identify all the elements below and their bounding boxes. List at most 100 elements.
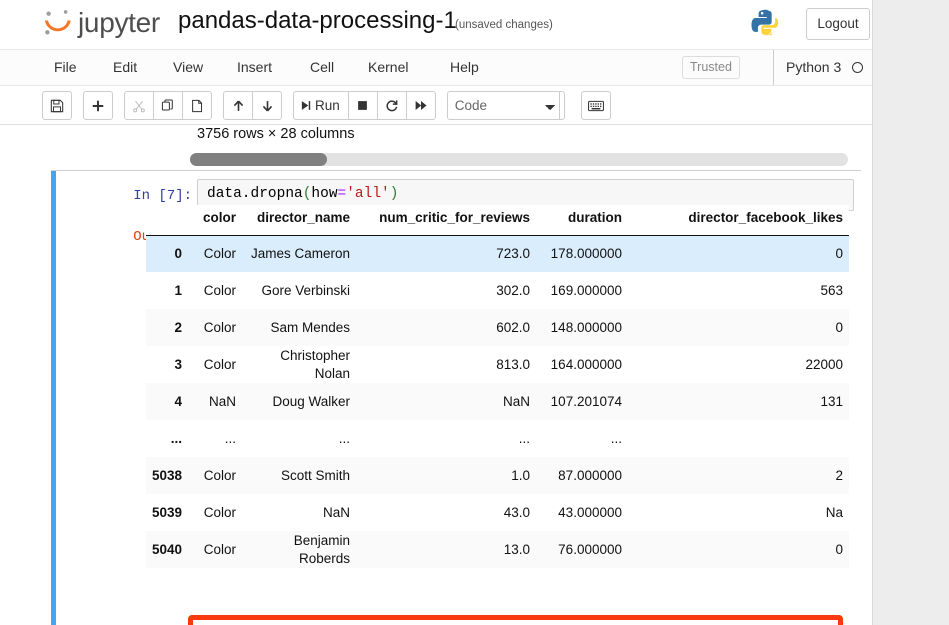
- col-header-index: [146, 205, 190, 235]
- cell-duration: 164.000000: [536, 346, 628, 383]
- cell-director-facebook-likes: 563: [628, 272, 849, 309]
- table-row[interactable]: 5040 Color Benjamin Roberds 13.0 76.0000…: [146, 531, 849, 568]
- kernel-indicator-area[interactable]: Python 3: [773, 50, 863, 85]
- col-header-duration: duration: [536, 205, 628, 235]
- scrollbar-thumb[interactable]: [190, 153, 327, 166]
- fast-forward-icon: [414, 99, 428, 112]
- scissors-icon: [132, 99, 146, 113]
- table-row[interactable]: 3 Color Christopher Nolan 813.0 164.0000…: [146, 346, 849, 383]
- interrupt-kernel-button[interactable]: [348, 91, 378, 120]
- table-row[interactable]: 0 Color James Cameron 723.0 178.000000 0: [146, 235, 849, 272]
- dataframe-output-scroll-area[interactable]: color director_name num_critic_for_revie…: [146, 205, 849, 580]
- save-button[interactable]: [42, 91, 72, 120]
- cell-type-select[interactable]: Code Markdown Raw NBConvert Heading: [447, 91, 565, 120]
- menu-cell[interactable]: Cell: [299, 50, 345, 85]
- cell-num-critic: ...: [356, 420, 536, 457]
- insert-cell-below-button[interactable]: [83, 91, 113, 120]
- restart-and-run-all-button[interactable]: [406, 91, 436, 120]
- table-row-annotated[interactable]: 5039 Color NaN 43.0 43.000000 Na: [146, 494, 849, 531]
- cell-duration: 107.201074: [536, 383, 628, 420]
- save-state-label: (unsaved changes): [455, 19, 553, 31]
- cell-duration: 76.000000: [536, 531, 628, 568]
- copy-cell-button[interactable]: [153, 91, 183, 120]
- move-cell-down-button[interactable]: [252, 91, 282, 120]
- row-index: ...: [146, 420, 190, 457]
- col-header-color: color: [190, 205, 242, 235]
- row-index: 2: [146, 309, 190, 346]
- notebook-toolbar: Run Code: [0, 86, 872, 125]
- output-horizontal-scrollbar[interactable]: [190, 153, 848, 166]
- jupyter-logo-link[interactable]: jupyter: [41, 6, 160, 40]
- stop-square-icon: [356, 99, 369, 112]
- cell-color: ...: [190, 420, 242, 457]
- copy-icon: [161, 99, 175, 113]
- cell-director-name: ...: [242, 420, 356, 457]
- open-command-palette-button[interactable]: [581, 91, 611, 120]
- cell-color: Color: [190, 531, 242, 568]
- row-index: 5041: [146, 568, 190, 580]
- cut-cell-button[interactable]: [124, 91, 154, 120]
- cell-color: Color: [190, 457, 242, 494]
- cell-duration: 43.000000: [536, 494, 628, 531]
- menubar: File Edit View Insert Cell Kernel Help T…: [0, 50, 872, 86]
- code-source-line: data.dropna(how='all'): [207, 186, 398, 202]
- run-button[interactable]: Run: [293, 91, 349, 120]
- row-index: 3: [146, 346, 190, 383]
- table-row[interactable]: 5038 Color Scott Smith 1.0 87.000000 2: [146, 457, 849, 494]
- cell-num-critic: NaN: [356, 383, 536, 420]
- menu-insert[interactable]: Insert: [226, 50, 283, 85]
- cell-color: Color: [190, 568, 242, 580]
- jupyter-logo-icon: [41, 6, 75, 40]
- cell-color: Color: [190, 235, 242, 272]
- logout-button[interactable]: Logout: [806, 8, 870, 40]
- cell-director-facebook-likes: 0: [628, 568, 849, 580]
- table-row-ellipsis: ... ... ... ... ...: [146, 420, 849, 457]
- dataframe-shape-summary: 3756 rows × 28 columns: [197, 126, 355, 142]
- notebook-title[interactable]: pandas-data-processing-1: [178, 7, 457, 35]
- restart-circular-arrow-icon: [385, 99, 399, 113]
- cell-director-name: NaN: [242, 494, 356, 531]
- cell-num-critic: 723.0: [356, 235, 536, 272]
- dataframe-body: 0 Color James Cameron 723.0 178.000000 0…: [146, 235, 849, 580]
- row-index: 5038: [146, 457, 190, 494]
- cell-director-name: Christopher Nolan: [242, 346, 356, 383]
- cell-director-name: Sam Mendes: [242, 309, 356, 346]
- table-row[interactable]: 2 Color Sam Mendes 602.0 148.000000 0: [146, 309, 849, 346]
- selected-cell-indicator-bar: [51, 171, 56, 625]
- paste-icon: [190, 99, 204, 113]
- dataframe-header: color director_name num_critic_for_revie…: [146, 205, 849, 235]
- dataframe-table: color director_name num_critic_for_revie…: [146, 205, 849, 580]
- row-index: 0: [146, 235, 190, 272]
- cell-color: Color: [190, 272, 242, 309]
- menu-file[interactable]: File: [43, 50, 88, 85]
- menu-help[interactable]: Help: [439, 50, 490, 85]
- table-row[interactable]: 1 Color Gore Verbinski 302.0 169.000000 …: [146, 272, 849, 309]
- cell-director-name: Scott Smith: [242, 457, 356, 494]
- arrow-up-icon: [232, 99, 245, 113]
- col-header-num-critic-for-reviews: num_critic_for_reviews: [356, 205, 536, 235]
- row-index: 5039: [146, 494, 190, 531]
- row-index: 4: [146, 383, 190, 420]
- menu-kernel[interactable]: Kernel: [357, 50, 419, 85]
- cell-director-facebook-likes: Na: [628, 494, 849, 531]
- cell-num-critic: 1.0: [356, 457, 536, 494]
- trusted-badge[interactable]: Trusted: [682, 56, 740, 79]
- cell-num-critic: 813.0: [356, 346, 536, 383]
- restart-kernel-button[interactable]: [377, 91, 407, 120]
- menu-view[interactable]: View: [162, 50, 214, 85]
- menu-edit[interactable]: Edit: [102, 50, 148, 85]
- cell-duration: 178.000000: [536, 235, 628, 272]
- cell-director-facebook-likes: 22000: [628, 346, 849, 383]
- cell-director-name: Daniel Hsia: [242, 568, 356, 580]
- table-row[interactable]: 5041 Color Daniel Hsia 14.0 100.000000 0: [146, 568, 849, 580]
- move-cell-up-button[interactable]: [223, 91, 253, 120]
- cell-num-critic: 13.0: [356, 531, 536, 568]
- row-index: 5040: [146, 531, 190, 568]
- table-row[interactable]: 4 NaN Doug Walker NaN 107.201074 131: [146, 383, 849, 420]
- cell-director-facebook-likes: 2: [628, 457, 849, 494]
- python-logo-icon: [750, 7, 784, 41]
- arrow-down-icon: [261, 99, 274, 113]
- plus-icon: [91, 99, 105, 113]
- paste-cell-button[interactable]: [182, 91, 212, 120]
- col-header-director-facebook-likes: director_facebook_likes: [628, 205, 849, 235]
